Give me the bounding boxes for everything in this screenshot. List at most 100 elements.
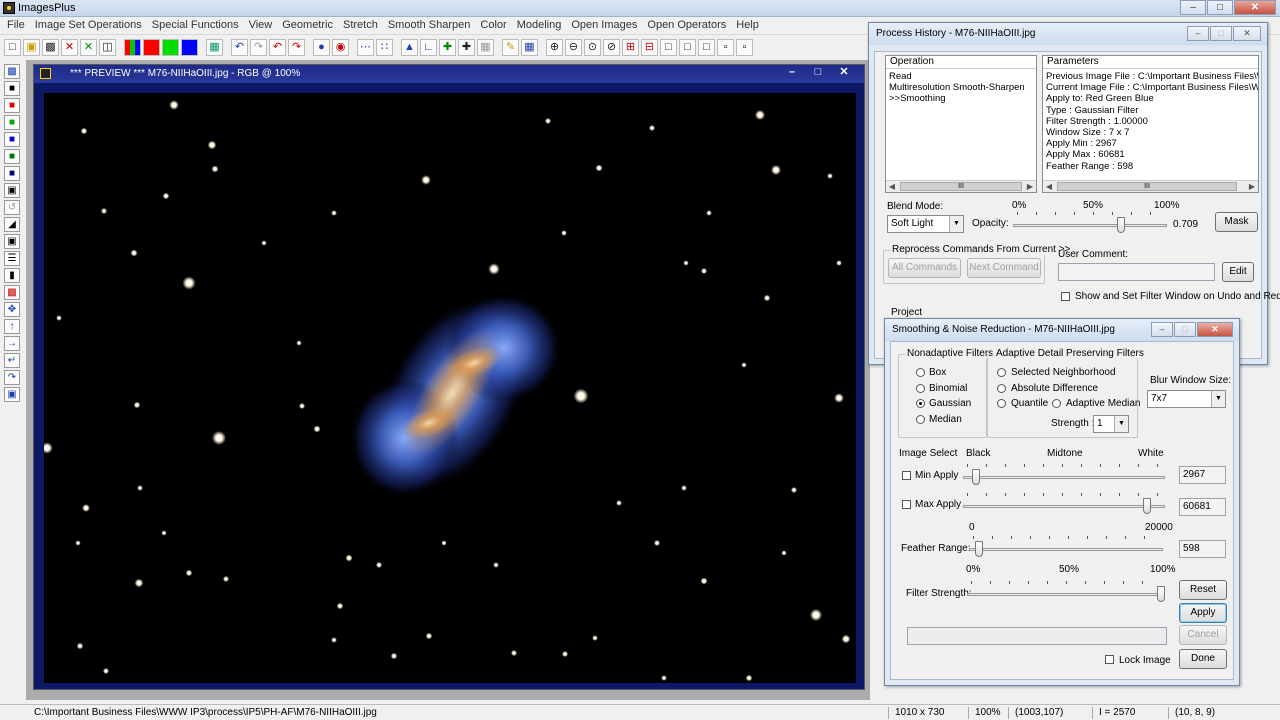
median-radio[interactable]: [916, 415, 925, 424]
blur-window-select[interactable]: 7x7 ▼: [1147, 390, 1226, 408]
red-channel-icon[interactable]: [143, 39, 160, 56]
green-box-icon[interactable]: ■: [4, 115, 20, 130]
menu-open-images[interactable]: Open Images: [566, 17, 642, 34]
record-icon[interactable]: ●: [313, 39, 330, 56]
pencil-icon[interactable]: ✎: [502, 39, 519, 56]
parameters-scrollbar[interactable]: ◀ III ▶: [1043, 180, 1258, 192]
minimize-icon[interactable]: –: [1151, 322, 1173, 337]
zoom-actual-icon[interactable]: ⊘: [603, 39, 620, 56]
close-icon[interactable]: ✕: [832, 65, 856, 79]
operation-scrollbar[interactable]: ◀ III ▶: [886, 180, 1036, 192]
slider-thumb[interactable]: [1143, 498, 1151, 514]
select-icon[interactable]: ✚: [458, 39, 475, 56]
blend-mode-select[interactable]: Soft Light ▼: [887, 215, 964, 233]
region-icon[interactable]: ▩: [4, 285, 20, 300]
maximize-icon[interactable]: □: [806, 65, 830, 79]
feather-range-slider[interactable]: [969, 536, 1163, 558]
close-icon[interactable]: ✕: [1197, 322, 1233, 337]
strength-select[interactable]: 1 ▼: [1093, 415, 1129, 433]
menu-help[interactable]: Help: [731, 17, 764, 34]
cancel-button[interactable]: Cancel: [1179, 625, 1227, 645]
zoom-fit-icon[interactable]: ⊙: [584, 39, 601, 56]
minimize-icon[interactable]: –: [1187, 26, 1209, 41]
blue-channel-icon[interactable]: [181, 39, 198, 56]
preview-window[interactable]: *** PREVIEW *** M76-NIIHaOIII.jpg - RGB …: [33, 64, 865, 690]
dots-icon[interactable]: ⋯: [357, 39, 374, 56]
crosshair-icon[interactable]: ✚: [439, 39, 456, 56]
mixed-box-icon[interactable]: ■: [4, 149, 20, 164]
filter-strength-slider[interactable]: [967, 581, 1165, 603]
bars-icon[interactable]: ☰: [4, 251, 20, 266]
save-icon[interactable]: ▩: [4, 64, 20, 79]
box-radio[interactable]: [916, 368, 925, 377]
mixed-box-2-icon[interactable]: ■: [4, 166, 20, 181]
absolute-difference-radio[interactable]: [997, 384, 1006, 393]
move-icon[interactable]: ✥: [4, 302, 20, 317]
menu-image-set-operations[interactable]: Image Set Operations: [30, 17, 147, 34]
lock-image-checkbox[interactable]: [1105, 655, 1114, 664]
blue-box-icon[interactable]: ■: [4, 132, 20, 147]
new-icon[interactable]: □: [4, 39, 21, 56]
green-channel-icon[interactable]: [162, 39, 179, 56]
menu-open-operators[interactable]: Open Operators: [642, 17, 731, 34]
menu-geometric[interactable]: Geometric: [277, 17, 338, 34]
maximize-icon[interactable]: □: [1207, 0, 1233, 15]
arrow-right-icon[interactable]: →: [4, 336, 20, 351]
cancel-icon[interactable]: ✕: [80, 39, 97, 56]
min-apply-slider[interactable]: [963, 464, 1165, 486]
history-title-bar[interactable]: Process History - M76-NIIHaOIII.jpg – □ …: [869, 23, 1267, 45]
done-button[interactable]: Done: [1179, 649, 1227, 669]
bar-icon[interactable]: ▮: [4, 268, 20, 283]
preview-image[interactable]: [44, 93, 856, 683]
rotate-right-icon[interactable]: ↷: [4, 370, 20, 385]
hook-icon[interactable]: ↺: [4, 200, 20, 215]
process-history-window[interactable]: Process History - M76-NIIHaOIII.jpg – □ …: [868, 22, 1280, 365]
undo-all-icon[interactable]: ↶: [269, 39, 286, 56]
slash-icon[interactable]: ◢: [4, 217, 20, 232]
table-icon[interactable]: ▦: [521, 39, 538, 56]
slider-thumb[interactable]: [1117, 217, 1125, 233]
slider-thumb[interactable]: [1157, 586, 1165, 602]
max-apply-field[interactable]: 60681: [1179, 498, 1226, 516]
user-comment-field[interactable]: [1058, 263, 1215, 281]
square-icon[interactable]: ▣: [4, 183, 20, 198]
minimize-icon[interactable]: –: [780, 65, 804, 79]
red-box-icon[interactable]: ■: [4, 98, 20, 113]
smoothing-title-bar[interactable]: Smoothing & Noise Reduction - M76-NIIHaO…: [885, 319, 1239, 341]
reset-button[interactable]: Reset: [1179, 580, 1227, 600]
frame-3-icon[interactable]: □: [698, 39, 715, 56]
menu-color[interactable]: Color: [475, 17, 511, 34]
frame-5-icon[interactable]: ▫: [736, 39, 753, 56]
all-commands-button[interactable]: All Commands: [888, 258, 961, 278]
maximize-icon[interactable]: □: [1210, 26, 1232, 41]
preview-title-bar[interactable]: *** PREVIEW *** M76-NIIHaOIII.jpg - RGB …: [34, 65, 864, 83]
frame-1-icon[interactable]: □: [660, 39, 677, 56]
select-box-icon[interactable]: ▣: [4, 234, 20, 249]
frame-4-icon[interactable]: ▫: [717, 39, 734, 56]
operation-item[interactable]: >>Smoothing: [889, 93, 1025, 104]
histogram-icon[interactable]: ▲: [401, 39, 418, 56]
close-icon[interactable]: ✕: [61, 39, 78, 56]
rotate-left-icon[interactable]: ↵: [4, 353, 20, 368]
minimize-icon[interactable]: –: [1180, 0, 1206, 15]
binomial-radio[interactable]: [916, 384, 925, 393]
parameters-list[interactable]: Parameters Previous Image File : C:\Impo…: [1042, 55, 1259, 193]
grid-icon[interactable]: ▦: [206, 39, 223, 56]
close-icon[interactable]: ✕: [1233, 26, 1261, 41]
next-command-button[interactable]: Next Command: [967, 258, 1041, 278]
black-box-icon[interactable]: ■: [4, 81, 20, 96]
save-icon[interactable]: ▩: [42, 39, 59, 56]
gaussian-radio[interactable]: [916, 399, 925, 408]
rgb-channels-icon[interactable]: [124, 39, 141, 56]
undo-icon[interactable]: ↶: [231, 39, 248, 56]
operation-item[interactable]: Multiresolution Smooth-Sharpen: [889, 82, 1025, 93]
opacity-slider[interactable]: [1013, 212, 1167, 234]
slider-thumb[interactable]: [972, 469, 980, 485]
mask-button[interactable]: Mask: [1215, 212, 1258, 232]
adaptive-median-radio[interactable]: [1052, 399, 1061, 408]
menu-stretch[interactable]: Stretch: [338, 17, 383, 34]
plus-box-icon[interactable]: ⊞: [622, 39, 639, 56]
menu-special-functions[interactable]: Special Functions: [147, 17, 244, 34]
menu-file[interactable]: File: [2, 17, 30, 34]
redo-all-icon[interactable]: ↷: [288, 39, 305, 56]
